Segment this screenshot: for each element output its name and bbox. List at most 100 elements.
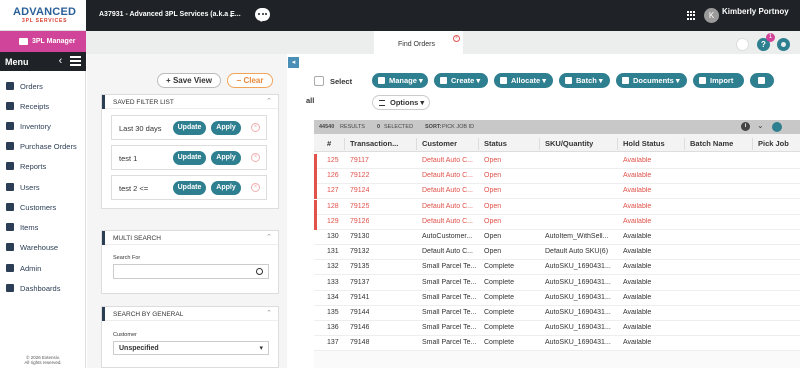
table-row[interactable]: 137 79148 Small Parcel Te... Complete AutoSK… [314, 336, 800, 352]
column-header[interactable]: # [327, 139, 331, 148]
app-grid-icon[interactable] [687, 11, 696, 20]
column-header[interactable]: Hold Status [623, 139, 665, 148]
sidebar-item-reports[interactable]: Reports [0, 156, 86, 176]
apply-button[interactable]: Apply [211, 181, 241, 195]
remove-icon[interactable]: × [251, 123, 260, 132]
options-button[interactable]: Options ▾ [372, 95, 430, 110]
column-separator[interactable] [684, 138, 685, 150]
table-row[interactable]: 132 79135 Small Parcel Te... Complete AutoSK… [314, 260, 800, 276]
manage-button[interactable]: Manage ▾ [372, 73, 428, 88]
close-icon[interactable]: × [453, 35, 460, 42]
feedback-icon[interactable] [736, 38, 749, 51]
column-separator[interactable] [416, 138, 417, 150]
sidebar-item-admin[interactable]: Admin [0, 258, 86, 278]
sidebar-item-warehouse[interactable]: Warehouse [0, 237, 86, 257]
saved-filter-name: test 1 [119, 154, 138, 163]
update-button[interactable]: Update [173, 151, 206, 165]
chevron-left-icon[interactable]: ‹ [52, 52, 69, 71]
table-row[interactable]: 126 79122 Default Auto C... Open Available [314, 169, 800, 185]
column-header[interactable]: Pick Job [758, 139, 789, 148]
avatar[interactable]: K [704, 8, 719, 23]
cell-hold: Available [623, 324, 652, 332]
customer-label: Customer [113, 332, 137, 338]
cell-txn: 79122 [350, 172, 370, 180]
table-row[interactable]: 127 79124 Default Auto C... Open Available [314, 184, 800, 200]
sidebar-item-customers[interactable]: Customers [0, 197, 86, 217]
chat-icon[interactable] [255, 8, 270, 21]
collapse-panel-button[interactable]: ◂ [288, 57, 299, 68]
sidebar-item-dashboards[interactable]: Dashboards [0, 278, 86, 298]
clear-button[interactable]: − Clear [227, 73, 273, 88]
refresh-icon [758, 77, 765, 84]
column-header[interactable]: SKU/Quantity [545, 139, 593, 148]
create-button[interactable]: Create ▾ [434, 73, 488, 88]
cell-status: Complete [484, 263, 514, 271]
table-row[interactable]: 131 79132 Default Auto C... Open Default Aut… [314, 245, 800, 261]
tab-find-orders[interactable]: Find Orders × [374, 31, 463, 55]
cell-hold: Available [623, 278, 652, 286]
update-button[interactable]: Update [173, 121, 206, 135]
wrench-icon [378, 77, 385, 84]
column-separator[interactable] [752, 138, 753, 150]
apply-button[interactable]: Apply [211, 151, 241, 165]
table-row[interactable]: 135 79144 Small Parcel Te... Complete AutoSK… [314, 306, 800, 321]
remove-icon[interactable]: × [251, 183, 260, 192]
sidebar-item-label: Orders [20, 82, 43, 91]
column-separator[interactable] [617, 138, 618, 150]
hamburger-icon[interactable] [70, 56, 81, 67]
sidebar-item-receipts[interactable]: Receipts [0, 96, 86, 116]
save-view-button[interactable]: + Save View [157, 73, 221, 88]
cell-txn: 79137 [350, 278, 370, 286]
chevron-down-icon[interactable]: ⌄ [228, 10, 235, 19]
column-header[interactable]: Status [484, 139, 507, 148]
cell-customer: Default Auto C... [422, 202, 473, 210]
cell-customer: Default Auto C... [422, 187, 473, 195]
3pl-manager-button[interactable]: 3PL Manager [0, 31, 86, 52]
column-header[interactable]: Customer [422, 139, 457, 148]
sidebar-item-inventory[interactable]: Inventory [0, 116, 86, 136]
sidebar-item-orders[interactable]: Orders [0, 76, 86, 96]
remove-icon[interactable]: × [251, 153, 260, 162]
batch-button[interactable]: Batch ▾ [559, 73, 610, 88]
import-button[interactable]: Import [693, 73, 744, 88]
column-separator[interactable] [344, 138, 345, 150]
grid-info-bar: 44540 RESULTS 0 SELECTED SORT: PICK JOB … [314, 120, 800, 134]
table-row[interactable]: 128 79125 Default Auto C... Open Available [314, 199, 800, 215]
cell-txn: 79125 [350, 202, 370, 210]
update-button[interactable]: Update [173, 181, 206, 195]
sidebar-item-items[interactable]: Items [0, 217, 86, 237]
sidebar-item-users[interactable]: Users [0, 177, 86, 197]
table-row[interactable]: 130 79130 AutoCustomer... Open AutoItem_With… [314, 230, 800, 245]
layers-icon [565, 77, 572, 84]
chevron-down-icon[interactable]: ⌄ [757, 121, 764, 130]
info-icon[interactable]: i [741, 122, 750, 131]
allocate-button[interactable]: Allocate ▾ [494, 73, 553, 88]
user-name[interactable]: Kimberly Portnoy [722, 7, 789, 16]
account-selector[interactable]: A37931 - Advanced 3PL Services (a.k.a E.… [99, 11, 241, 18]
table-row[interactable]: 133 79137 Small Parcel Te... Complete AutoSK… [314, 276, 800, 291]
cell-status: Complete [484, 339, 514, 347]
customer-select[interactable]: Unspecified ▾ [113, 341, 269, 355]
table-row[interactable]: 136 79146 Small Parcel Te... Complete AutoSK… [314, 321, 800, 337]
column-header[interactable]: Batch Name [690, 139, 733, 148]
chevron-up-icon[interactable]: ⌃ [266, 309, 272, 317]
documents-button[interactable]: Documents ▾ [616, 73, 687, 88]
chevron-up-icon[interactable]: ⌃ [266, 97, 272, 105]
search-icon[interactable] [256, 268, 263, 275]
chevron-up-icon[interactable]: ⌃ [266, 233, 272, 241]
sidebar-item-purchase-orders[interactable]: Purchase Orders [0, 136, 86, 156]
brand-logo[interactable]: ADVANCED 3PL SERVICES [0, 0, 86, 31]
cell-status: Open [484, 172, 502, 180]
select-all-checkbox[interactable] [314, 76, 324, 86]
search-input[interactable] [113, 264, 269, 279]
column-separator[interactable] [539, 138, 540, 150]
table-row[interactable]: 125 79117 Default Auto C... Open Available [314, 154, 800, 169]
gear-icon[interactable] [777, 38, 790, 51]
grid-settings-icon[interactable] [772, 122, 782, 132]
apply-button[interactable]: Apply [211, 121, 241, 135]
table-row[interactable]: 129 79126 Default Auto C... Open Available [314, 214, 800, 230]
column-header[interactable]: Transaction... [350, 139, 398, 148]
column-separator[interactable] [478, 138, 479, 150]
table-row[interactable]: 134 79141 Small Parcel Te... Complete AutoSK… [314, 291, 800, 306]
refresh-button[interactable] [750, 73, 774, 88]
